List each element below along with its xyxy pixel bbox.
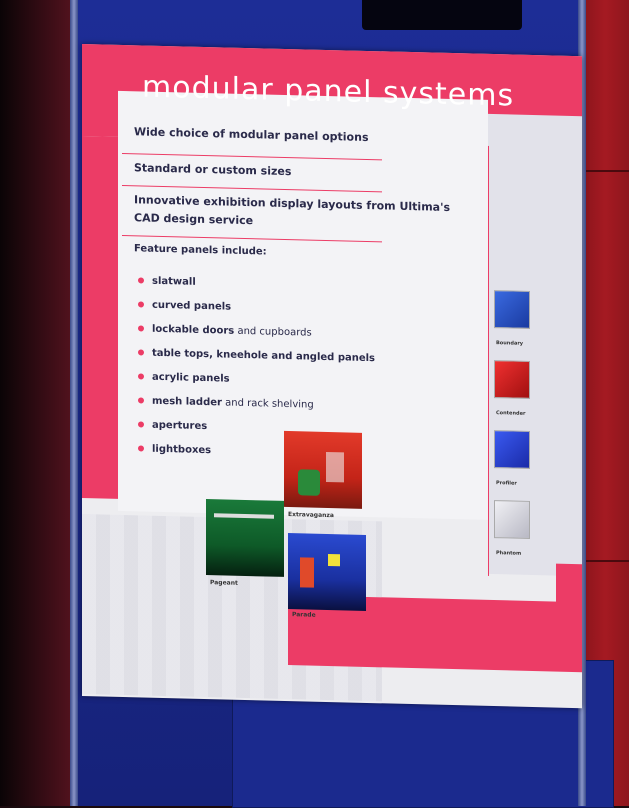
bullet-dot: [138, 277, 144, 284]
sign-board: modular panel systems Wide choice of mod…: [82, 44, 582, 709]
pink-bottom-square: [556, 563, 582, 605]
booth-caption-extravaganza: Extravaganza: [288, 511, 334, 520]
feature-item: acrylic panels: [138, 371, 230, 385]
panel-caption-contender: Contender: [496, 410, 526, 417]
panel-caption-boundary: Boundary: [496, 340, 524, 347]
booth-caption-parade: Parade: [292, 611, 316, 619]
bullet-dot: [138, 349, 144, 356]
bullet-dot: [138, 325, 144, 332]
panel-caption-phantom: Phantom: [496, 550, 522, 557]
booth-image-extravaganza: [284, 430, 362, 509]
bullet-dot: [138, 301, 144, 308]
feature-item: curved panels: [138, 299, 231, 313]
feature-item: slatwall: [138, 275, 196, 288]
left-shadow-wall: [0, 0, 80, 806]
feature-item: lightboxes: [138, 443, 211, 456]
bullet-dot: [138, 421, 144, 428]
booth-image-pageant: [206, 499, 284, 577]
bullet-dot: [138, 373, 144, 380]
panel-caption-profiler: Profiler: [496, 480, 517, 487]
feature-item: apertures: [138, 419, 207, 432]
pink-left-strip: [82, 136, 118, 499]
bullet-dot: [138, 445, 144, 452]
right-column-divider: [488, 145, 489, 576]
top-slot: [362, 0, 522, 30]
panel-swatch-boundary: [494, 290, 530, 329]
booth-image-parade: [288, 533, 366, 611]
panel-swatch-contender: [494, 360, 530, 399]
panel-swatch-profiler: [494, 430, 530, 469]
bullet-dot: [138, 397, 144, 404]
left-pole: [70, 0, 78, 806]
booth-caption-pageant: Pageant: [210, 579, 238, 587]
panel-swatch-phantom: [494, 500, 530, 539]
